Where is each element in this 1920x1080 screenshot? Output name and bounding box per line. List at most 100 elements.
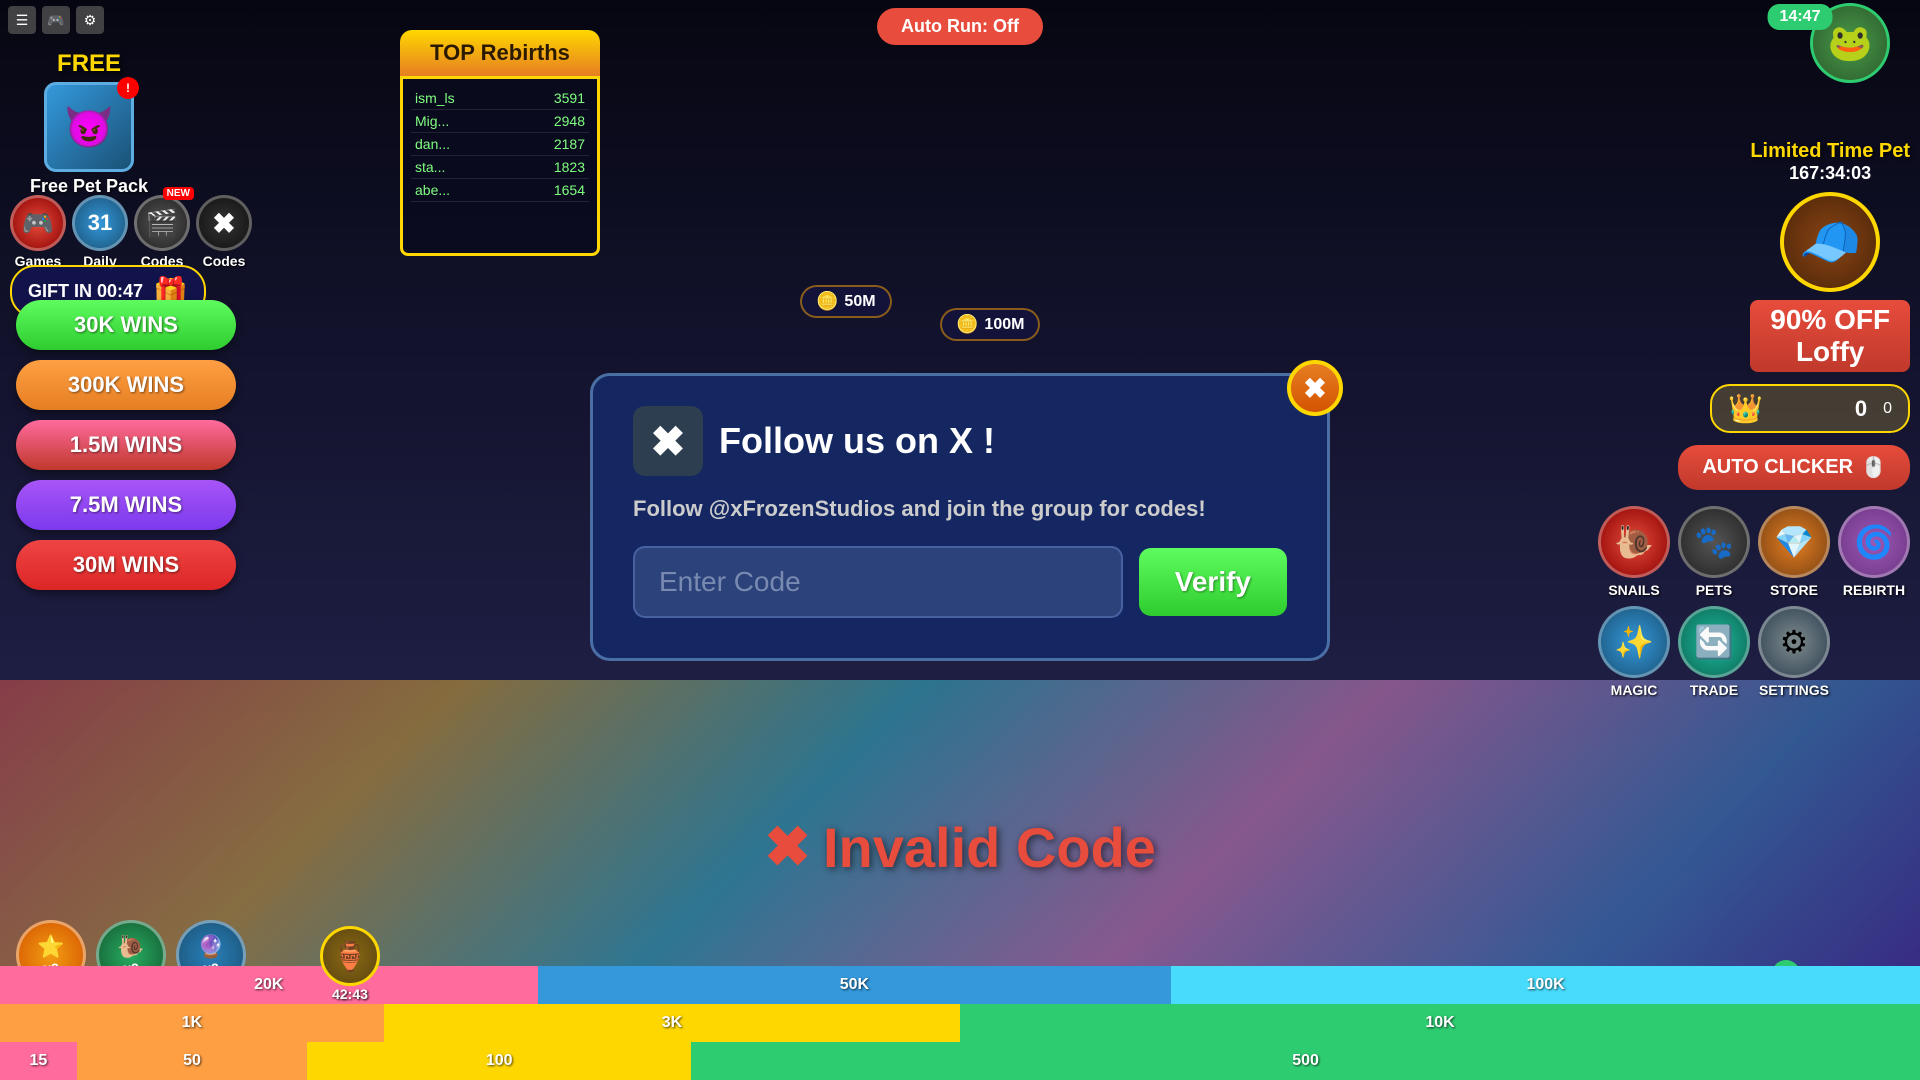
pet-name: Loffy <box>1762 336 1898 368</box>
codes-icon: 🎬 <box>134 195 190 251</box>
verify-button[interactable]: Verify <box>1139 548 1287 616</box>
score-row: dan...2187 <box>411 133 589 156</box>
bar-15: 15 <box>0 1042 77 1080</box>
snails-label: SNAILS <box>1608 582 1659 598</box>
wins-btn-30k[interactable]: 30K WINS <box>16 300 236 350</box>
x-codes-icon: ✖ <box>196 195 252 251</box>
discount-badge: 90% OFF Loffy <box>1750 300 1910 372</box>
store-label: STORE <box>1770 582 1818 598</box>
coin-indicator-50m: 🪙 50M <box>800 285 892 318</box>
modal-close-button[interactable]: ✖ <box>1287 360 1343 416</box>
nav-item-daily[interactable]: 31 Daily <box>72 195 128 269</box>
nav-icons-bar: 🎮 Games 31 Daily 🎬 NEW Codes ✖ Codes <box>10 195 252 269</box>
player-avatar-img: 🏺 <box>320 926 380 986</box>
right-panel: Limited Time Pet 167:34:03 🧢 90% OFF Lof… <box>1598 140 1910 698</box>
progress-bar-top: 20K 50K 100K <box>0 966 1920 1004</box>
bar-20k: 20K <box>0 966 538 1004</box>
progress-bar-mid: 1K 3K 10K <box>0 1004 1920 1042</box>
modal-x-icon: ✖ <box>633 406 703 476</box>
auto-clicker-label: AUTO CLICKER <box>1702 456 1853 479</box>
rebirth-label: REBIRTH <box>1843 582 1905 598</box>
bar-50: 50 <box>77 1042 307 1080</box>
wins-btn-30m[interactable]: 30M WINS <box>16 540 236 590</box>
pets-label: PETS <box>1696 582 1733 598</box>
modal-description: Follow @xFrozenStudios and join the grou… <box>633 496 1287 522</box>
free-pack-label: Free Pet Pack <box>30 176 148 197</box>
right-icon-grid: 🐌 SNAILS 🐾 PETS 💎 STORE 🌀 REBIRTH ✨ MAGI… <box>1598 506 1910 698</box>
coin-indicator-100m: 🪙 100M <box>940 308 1040 341</box>
icon-snails[interactable]: 🐌 SNAILS <box>1598 506 1670 598</box>
icon-trade[interactable]: 🔄 TRADE <box>1678 606 1750 698</box>
pets-icon: 🐾 <box>1678 506 1750 578</box>
games-icon: 🎮 <box>10 195 66 251</box>
nav-item-x-codes[interactable]: ✖ Codes <box>196 195 252 269</box>
free-pack-badge: ! <box>117 77 139 99</box>
icon-rebirth[interactable]: 🌀 REBIRTH <box>1838 506 1910 598</box>
bar-500: 500 <box>691 1042 1920 1080</box>
coin-icon-50m: 🪙 <box>816 291 838 312</box>
trade-label: TRADE <box>1690 682 1738 698</box>
invalid-code-message: ✖ Invalid Code <box>764 814 1156 880</box>
currency-number: 0 <box>1883 400 1892 418</box>
icon-store[interactable]: 💎 STORE <box>1758 506 1830 598</box>
bar-10k: 10K <box>960 1004 1920 1042</box>
timer-badge: 14:47 <box>1768 4 1833 30</box>
modal-title: Follow us on X ! <box>719 420 995 462</box>
icon-magic[interactable]: ✨ MAGIC <box>1598 606 1670 698</box>
magic-label: MAGIC <box>1611 682 1658 698</box>
free-pack-button[interactable]: 😈 ! <box>44 82 134 172</box>
bar-3k: 3K <box>384 1004 960 1042</box>
progress-track-bottom: 15 50 100 500 <box>0 1042 1920 1080</box>
free-label: FREE <box>30 50 148 78</box>
score-row: sta...1823 <box>411 156 589 179</box>
new-badge: NEW <box>163 187 194 200</box>
settings-top-icon[interactable]: ⚙ <box>76 6 104 34</box>
coin-icon-100m: 🪙 <box>956 314 978 335</box>
trade-icon: 🔄 <box>1678 606 1750 678</box>
coin-value-50m: 50M <box>844 293 875 311</box>
store-icon: 💎 <box>1758 506 1830 578</box>
gift-timer-text: GIFT IN 00:47 <box>28 281 143 302</box>
modal-input-row: Verify <box>633 546 1287 618</box>
wins-buttons-list: 30K WINS 300K WINS 1.5M WINS 7.5M WINS 3… <box>16 300 236 590</box>
nav-item-games[interactable]: 🎮 Games <box>10 195 66 269</box>
auto-run-button[interactable]: Auto Run: Off <box>877 8 1043 45</box>
bar-100: 100 <box>307 1042 691 1080</box>
wins-btn-300k[interactable]: 300K WINS <box>16 360 236 410</box>
wins-btn-7-5m[interactable]: 7.5M WINS <box>16 480 236 530</box>
settings-icon: ⚙ <box>1758 606 1830 678</box>
magic-icon: ✨ <box>1598 606 1670 678</box>
code-input-field[interactable] <box>633 546 1123 618</box>
bar-1k: 1K <box>0 1004 384 1042</box>
top-rebirths-list: ism_ls3591 Mig...2948 dan...2187 sta...1… <box>400 76 600 256</box>
bar-50k: 50K <box>538 966 1172 1004</box>
top-rebirths-board: TOP Rebirths ism_ls3591 Mig...2948 dan..… <box>400 30 600 256</box>
daily-icon: 31 <box>72 195 128 251</box>
menu-icon[interactable]: ☰ <box>8 6 36 34</box>
progress-track-mid: 1K 3K 10K <box>0 1004 1920 1042</box>
score-row: abe...1654 <box>411 179 589 202</box>
icon-pets[interactable]: 🐾 PETS <box>1678 506 1750 598</box>
score-row: Mig...2948 <box>411 110 589 133</box>
player-countdown: 42:43 <box>332 986 368 1002</box>
nav-item-codes[interactable]: 🎬 NEW Codes <box>134 195 190 269</box>
app-icon[interactable]: 🎮 <box>42 6 70 34</box>
modal-header: ✖ Follow us on X ! <box>633 406 1287 476</box>
rebirth-icon: 🌀 <box>1838 506 1910 578</box>
pet-avatar[interactable]: 🧢 <box>1780 192 1880 292</box>
settings-label: SETTINGS <box>1759 682 1829 698</box>
currency-bar: 👑 0 0 <box>1710 384 1910 433</box>
icon-settings[interactable]: ⚙ SETTINGS <box>1758 606 1830 698</box>
invalid-code-text: Invalid Code <box>823 815 1156 880</box>
crown-icon: 👑 <box>1728 392 1763 425</box>
free-pack-container: FREE 😈 ! Free Pet Pack <box>30 50 148 197</box>
auto-clicker-cursor-icon: 🖱️ <box>1861 455 1886 480</box>
code-modal: ✖ ✖ Follow us on X ! Follow @xFrozenStud… <box>590 373 1330 661</box>
limited-time-pet-label: Limited Time Pet <box>1750 140 1910 163</box>
wins-btn-1-5m[interactable]: 1.5M WINS <box>16 420 236 470</box>
currency-value: 0 <box>1855 396 1867 422</box>
auto-clicker-button[interactable]: AUTO CLICKER 🖱️ <box>1678 445 1910 490</box>
coin-value-100m: 100M <box>984 316 1024 334</box>
progress-track-top: 20K 50K 100K <box>0 966 1920 1004</box>
discount-percent: 90% OFF <box>1762 304 1898 336</box>
